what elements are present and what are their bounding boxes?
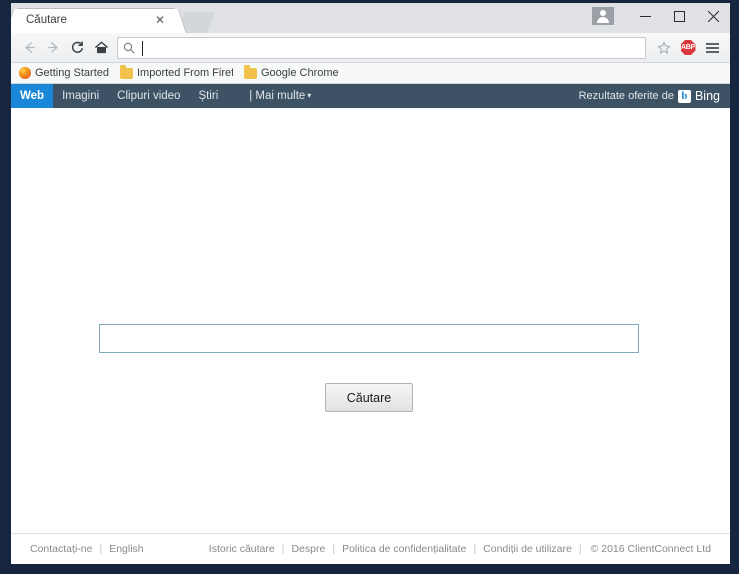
tab-title: Căutare bbox=[26, 14, 67, 26]
footer-link-language[interactable]: English bbox=[102, 543, 150, 555]
bookmark-label: Getting Started bbox=[35, 67, 109, 79]
profile-avatar-icon[interactable] bbox=[592, 7, 614, 25]
address-bar[interactable] bbox=[117, 36, 646, 59]
arrow-left-icon bbox=[25, 42, 35, 53]
omnibox-text-caret bbox=[142, 40, 143, 56]
nav-tab-clipuri-video[interactable]: Clipuri video bbox=[108, 84, 189, 108]
search-form-area: Căutare Contactați-ne | English Istoric … bbox=[11, 108, 730, 563]
page-footer: Contactați-ne | English Istoric căutare … bbox=[11, 533, 730, 563]
bookmarks-bar: Getting Started Imported From Firefo Goo… bbox=[11, 63, 730, 84]
address-bar-input[interactable] bbox=[136, 37, 641, 58]
footer-right-links: Istoric căutare | Despre | Politica de c… bbox=[202, 543, 718, 555]
window-controls bbox=[592, 3, 730, 29]
powered-by-bing[interactable]: Rezultate oferite de b Bing bbox=[579, 84, 720, 108]
frame-edge-bottom bbox=[0, 564, 739, 574]
footer-link-privacy-policy[interactable]: Politica de confidențialitate bbox=[335, 543, 473, 555]
nav-tab-stiri[interactable]: Știri bbox=[189, 84, 227, 108]
footer-copyright: © 2016 ClientConnect Ltd bbox=[590, 542, 711, 555]
footer-left-links: Contactați-ne | English bbox=[23, 543, 151, 555]
star-icon bbox=[657, 40, 671, 54]
reload-button[interactable] bbox=[65, 36, 89, 60]
frame-edge-right bbox=[730, 0, 739, 574]
footer-link-about[interactable]: Despre bbox=[284, 543, 332, 555]
omnibox-search-icon bbox=[122, 41, 136, 55]
bookmark-getting-started[interactable]: Getting Started bbox=[19, 67, 109, 79]
minimize-icon bbox=[639, 15, 651, 17]
bookmark-imported-from-firefox[interactable]: Imported From Firefo bbox=[120, 65, 233, 79]
forward-button[interactable] bbox=[41, 36, 65, 60]
folder-icon bbox=[244, 65, 257, 79]
bing-logo-icon: b bbox=[677, 89, 691, 103]
arrow-right-icon bbox=[47, 42, 57, 53]
close-icon bbox=[707, 10, 719, 22]
maximize-icon bbox=[673, 10, 685, 22]
bookmark-label: Google Chrome bbox=[261, 67, 339, 79]
footer-link-contact[interactable]: Contactați-ne bbox=[23, 543, 99, 555]
nav-more-menu[interactable]: | Mai multe ▾ bbox=[227, 84, 320, 108]
window-close-button[interactable] bbox=[696, 3, 730, 29]
nav-tab-imagini[interactable]: Imagini bbox=[53, 84, 108, 108]
home-icon bbox=[94, 41, 108, 54]
bookmark-google-chrome[interactable]: Google Chrome bbox=[244, 65, 339, 79]
browser-window: Căutare ✕ ABP Getting Started Imported F… bbox=[11, 3, 730, 564]
search-query-input[interactable] bbox=[100, 325, 638, 352]
search-submit-button[interactable]: Căutare bbox=[325, 383, 413, 412]
window-minimize-button[interactable] bbox=[628, 3, 662, 29]
bookmark-star-icon[interactable] bbox=[652, 36, 676, 60]
chrome-menu-button[interactable] bbox=[700, 36, 724, 60]
adblock-badge: ABP bbox=[680, 40, 696, 55]
bing-wordmark: Bing bbox=[694, 89, 720, 103]
home-button[interactable] bbox=[89, 36, 113, 60]
footer-link-terms-of-use[interactable]: Condiții de utilizare bbox=[476, 543, 579, 555]
desktop-window-frame: Căutare ✕ ABP Getting Started Imported F… bbox=[0, 0, 739, 574]
footer-link-search-history[interactable]: Istoric căutare bbox=[202, 543, 282, 555]
tab-strip: Căutare ✕ bbox=[11, 3, 730, 33]
tab-close-icon[interactable]: ✕ bbox=[153, 13, 167, 27]
browser-toolbar: ABP bbox=[11, 33, 730, 63]
reload-icon bbox=[71, 41, 83, 53]
back-button[interactable] bbox=[17, 36, 41, 60]
adblock-plus-icon[interactable]: ABP bbox=[676, 36, 700, 60]
search-navigation-bar: Web Imagini Clipuri video Știri | Mai mu… bbox=[11, 84, 730, 108]
bookmark-label: Imported From Firefo bbox=[137, 67, 233, 79]
frame-edge-left bbox=[0, 0, 11, 574]
chevron-down-icon: ▾ bbox=[307, 90, 312, 100]
page-content: Web Imagini Clipuri video Știri | Mai mu… bbox=[11, 84, 730, 563]
powered-by-label: Rezultate oferite de bbox=[578, 90, 674, 102]
nav-tab-web[interactable]: Web bbox=[11, 84, 54, 108]
folder-icon bbox=[120, 65, 133, 79]
nav-more-label: | Mai multe bbox=[249, 90, 306, 103]
window-maximize-button[interactable] bbox=[662, 3, 696, 29]
browser-tab-cautare[interactable]: Căutare ✕ bbox=[17, 8, 175, 33]
search-query-box[interactable] bbox=[99, 324, 639, 353]
hamburger-menu-icon bbox=[705, 42, 719, 53]
firefox-icon bbox=[19, 67, 31, 79]
